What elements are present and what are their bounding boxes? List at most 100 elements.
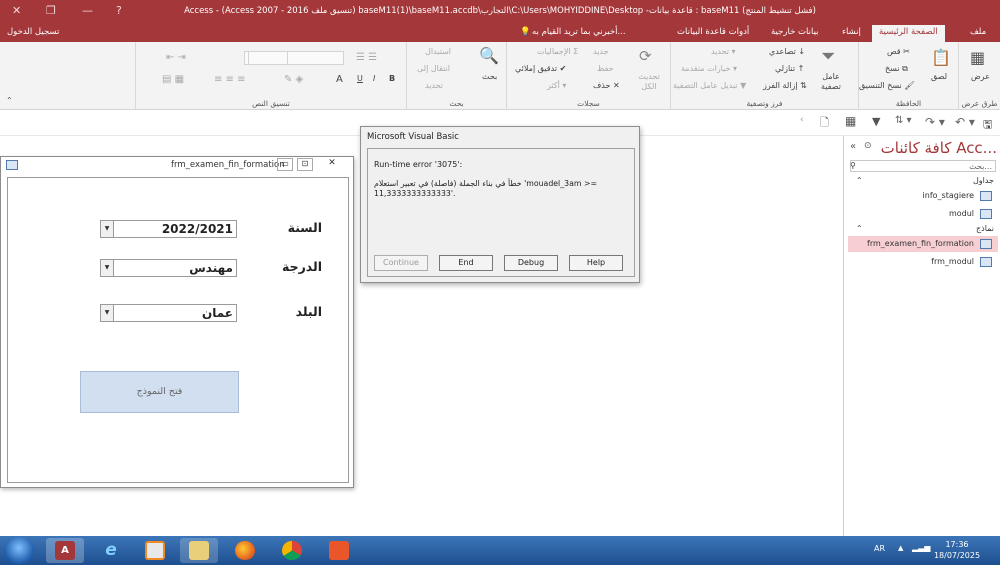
grade-combo[interactable]: ▼ مهندس <box>100 259 237 277</box>
more-button[interactable]: أكثر ▾ <box>547 81 566 90</box>
font-size-box[interactable] <box>248 51 288 65</box>
paste-button[interactable]: لصق <box>931 72 947 81</box>
language-indicator[interactable]: AR <box>874 544 885 553</box>
funnel-icon: ▼ <box>740 81 747 90</box>
selection-label: تحديد <box>711 47 730 56</box>
chevron-down-icon[interactable]: ▼ <box>101 260 114 276</box>
collapse-ribbon-icon[interactable]: ⌃ <box>6 96 13 105</box>
save-record-button[interactable]: حفظ <box>597 64 614 73</box>
redo-icon[interactable]: ↷ ▾ <box>925 115 945 129</box>
help-icon[interactable]: ? <box>116 4 122 17</box>
nav-item-frm-examen-fin-formation[interactable]: frm_examen_fin_formation <box>848 236 998 252</box>
restore-icon[interactable]: ❐ <box>46 4 56 17</box>
start-button[interactable] <box>4 537 34 564</box>
new-record-button[interactable]: جديد <box>593 47 609 56</box>
italic-button[interactable]: I <box>373 74 375 83</box>
goto-button[interactable]: انتقال إلى <box>417 64 450 73</box>
show-hidden-icons[interactable]: ▲ <box>898 544 903 552</box>
tell-me-box[interactable]: أخبرني بما تريد القيام به... <box>532 27 626 37</box>
close-icon[interactable]: ✕ <box>12 4 21 17</box>
delete-record-button[interactable]: حذف ✕ <box>593 81 620 90</box>
view-icon[interactable]: ▦ <box>970 48 985 67</box>
spelling-button[interactable]: تدقيق إملائي ✔ <box>515 64 566 73</box>
filter-icon[interactable]: ⏷ <box>821 46 835 67</box>
tab-create[interactable]: إنشاء <box>842 27 861 37</box>
close-icon[interactable]: ✕ <box>323 158 341 171</box>
chevron-up-icon[interactable]: ⌃ <box>856 224 863 233</box>
open-form-button[interactable]: فتح النموذج <box>80 371 239 413</box>
country-combo[interactable]: ▼ عمان <box>100 304 237 322</box>
maximize-icon[interactable]: ⊡ <box>297 158 313 171</box>
country-label: البلد <box>295 304 322 319</box>
tab-home[interactable]: الصفحة الرئيسية <box>872 25 945 42</box>
find-group: 🔍 بحث استبدال انتقال إلى تحديد بحث <box>406 42 506 110</box>
continue-button[interactable]: Continue <box>374 255 428 271</box>
nav-title[interactable]: كافة كائنات Acc... <box>852 139 997 157</box>
totals-button[interactable]: الإجماليات Σ <box>537 47 578 56</box>
select-button[interactable]: تحديد <box>425 81 443 90</box>
taskbar-media-player[interactable] <box>136 538 174 563</box>
signin-link[interactable]: تسجيل الدخول <box>7 27 59 37</box>
qat-customize-icon[interactable]: ‹ <box>800 115 804 125</box>
nav-item-info-stagiere[interactable]: info_stagiere <box>848 188 998 204</box>
tab-file[interactable]: ملف <box>970 27 986 37</box>
replace-button[interactable]: استبدال <box>425 47 451 56</box>
lightbulb-icon: 💡 <box>520 27 531 37</box>
taskbar-firefox[interactable] <box>226 538 264 563</box>
nav-search-input[interactable]: بحث... <box>850 160 996 172</box>
nav-item-frm-modul[interactable]: frm_modul <box>848 254 998 270</box>
paste-icon[interactable]: 📋 <box>931 48 951 67</box>
align-icon[interactable]: ≡ ≡ ≡ <box>214 74 246 85</box>
help-button[interactable]: Help <box>569 255 623 271</box>
end-button[interactable]: End <box>439 255 493 271</box>
table-icon[interactable]: ▦ <box>845 114 856 128</box>
nav-section-forms[interactable]: نماذج <box>850 224 996 236</box>
ascending-button[interactable]: تصاعدي ↓ <box>769 47 805 56</box>
filter-button[interactable]: عامل تصفية <box>817 72 845 92</box>
view-button[interactable]: عرض <box>971 72 990 81</box>
selection-button[interactable]: تحديد ▾ <box>711 47 736 56</box>
remove-sort-button[interactable]: إزالة الفرز ⇅ <box>763 81 807 90</box>
taskbar-explorer[interactable] <box>180 538 218 563</box>
new-document-icon[interactable]: 🗋 <box>820 114 829 133</box>
chevron-down-icon[interactable]: ▼ <box>101 305 114 321</box>
search-icon[interactable]: ⚲ <box>850 161 856 170</box>
clock-time: 17:36 <box>945 540 969 549</box>
nav-section-tables[interactable]: جداول <box>850 176 996 188</box>
chevron-down-icon[interactable]: ▼ <box>101 221 114 237</box>
bold-button[interactable]: B <box>389 74 395 83</box>
copy-button[interactable]: نسخ ⧉ <box>885 64 908 74</box>
list-icon[interactable]: ☰ ☰ <box>356 52 377 63</box>
format-painter-button[interactable]: نسخ التنسيق 🖌 <box>859 81 914 90</box>
save-icon[interactable]: 🖫 <box>983 116 992 135</box>
year-combo[interactable]: ▼ 2022/2021 <box>100 220 237 238</box>
sort-icon[interactable]: ⇅ ▾ <box>895 115 912 126</box>
refresh-all-button[interactable]: تحديث الكل <box>635 72 663 92</box>
gridlines-icon[interactable]: ▤ ▦ <box>162 74 184 85</box>
debug-button[interactable]: Debug <box>504 255 558 271</box>
nav-item-modul[interactable]: modul <box>848 206 998 222</box>
clock[interactable]: 17:36 18/07/2025 <box>922 539 992 561</box>
highlight-icon[interactable]: ✎ ◈ <box>284 74 303 85</box>
undo-icon[interactable]: ↶ ▾ <box>955 115 975 129</box>
font-color-button[interactable]: A <box>336 74 343 85</box>
underline-button[interactable]: U <box>357 74 363 83</box>
taskbar-office[interactable] <box>320 538 358 563</box>
filter-quick-icon[interactable]: ▼ <box>872 115 880 128</box>
taskbar-access[interactable]: A <box>46 538 84 563</box>
indent-icon[interactable]: ⇤ ⇥ <box>166 52 186 63</box>
taskbar-chrome[interactable] <box>273 538 311 563</box>
descending-button[interactable]: تنازلي ↑ <box>775 64 804 73</box>
advanced-button[interactable]: خيارات متقدمة ▾ <box>681 64 737 73</box>
chevron-up-icon[interactable]: ⌃ <box>856 176 863 185</box>
tab-database-tools[interactable]: أدوات قاعدة البيانات <box>677 27 749 37</box>
tab-external-data[interactable]: بيانات خارجية <box>771 27 819 37</box>
minimize-icon[interactable]: ▭ <box>277 158 293 171</box>
refresh-icon[interactable]: ⟳ <box>639 47 652 65</box>
toggle-filter-button[interactable]: تبديل عامل التصفية ▼ <box>673 81 746 90</box>
find-button[interactable]: بحث <box>482 72 497 81</box>
cut-button[interactable]: قص ✂ <box>887 47 910 56</box>
find-icon[interactable]: 🔍 <box>479 46 499 65</box>
taskbar-ie[interactable]: e <box>92 538 130 563</box>
minimize-icon[interactable]: — <box>82 4 93 17</box>
